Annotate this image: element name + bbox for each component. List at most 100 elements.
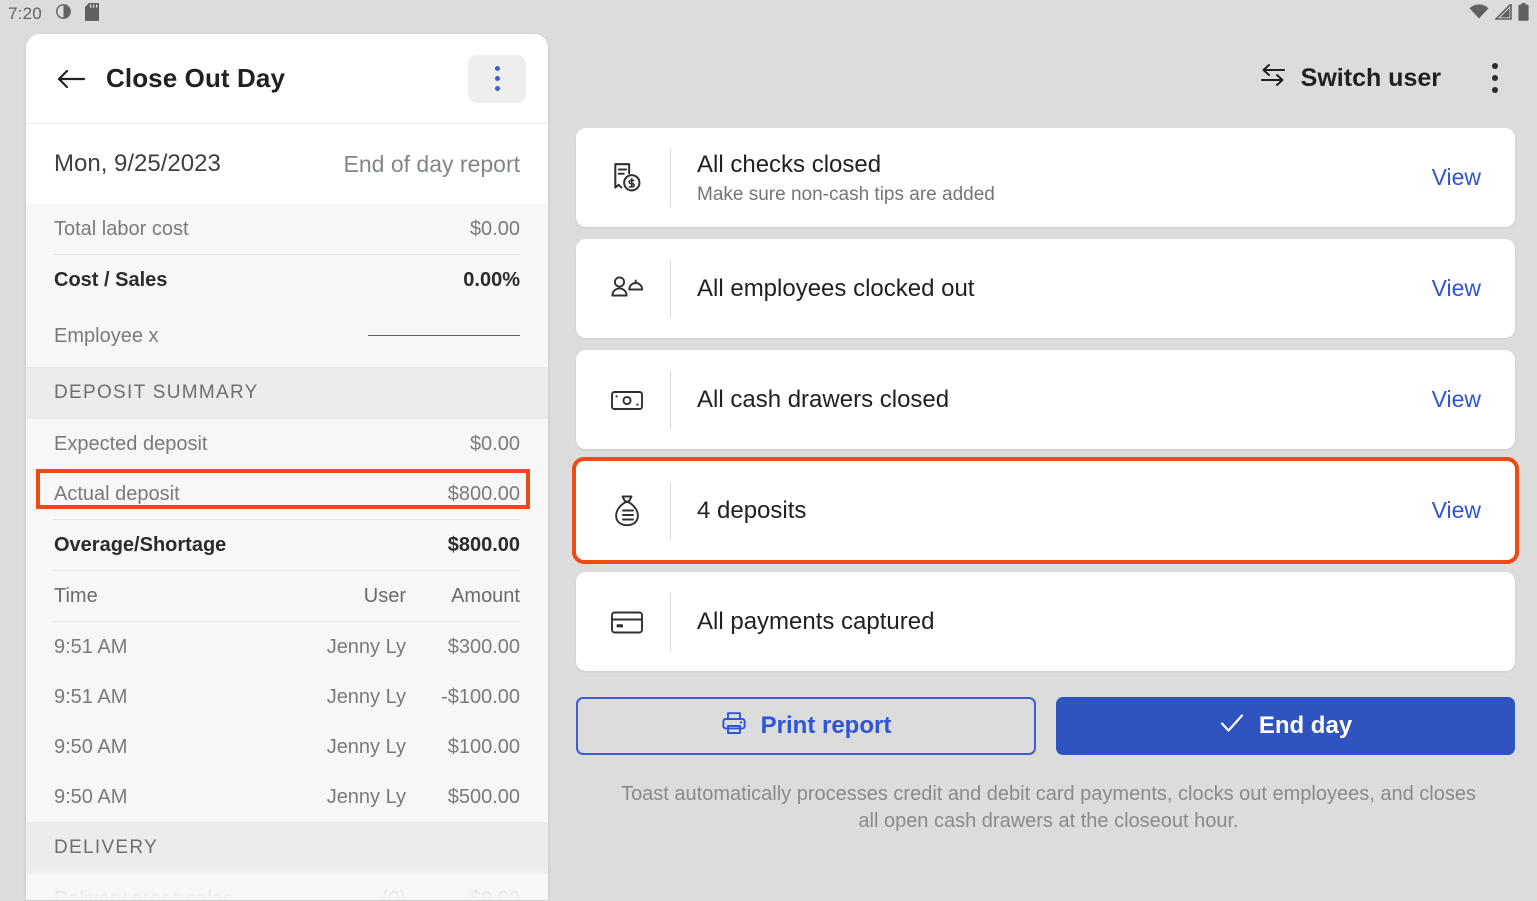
sd-card-icon <box>84 2 99 26</box>
divider <box>670 481 671 540</box>
card-title: All cash drawers closed <box>697 385 950 413</box>
checklist-card-payments-captured[interactable]: All payments captured <box>576 572 1515 671</box>
close-out-day-panel: Close Out Day Mon, 9/25/2023 End of day … <box>26 34 548 900</box>
card-text: All checks closed Make sure non-cash tip… <box>697 150 1412 206</box>
checklist-card-cash-drawers-closed[interactable]: All cash drawers closed View <box>576 350 1515 449</box>
print-report-label: Print report <box>760 712 892 739</box>
receipt-dollar-icon <box>606 161 648 195</box>
switch-arrows-icon <box>1259 62 1287 95</box>
total-labor-cost-value: $0.00 <box>469 217 520 240</box>
cost-sales-row: Cost / Sales 0.00% <box>26 255 548 305</box>
battery-icon <box>1518 2 1529 26</box>
card-text: All cash drawers closed <box>697 385 1412 415</box>
deposit-amount: $300.00 <box>447 635 520 658</box>
deposit-time: 9:50 AM <box>54 735 128 758</box>
cell-signal-icon <box>1494 1 1512 25</box>
end-day-label: End day <box>1258 712 1353 739</box>
credit-card-icon <box>606 609 648 635</box>
deposit-table-header: Time User Amount <box>26 571 548 621</box>
column-amount: Amount <box>451 584 520 607</box>
deposit-time: 9:50 AM <box>54 785 128 808</box>
actual-deposit-row-wrapper: Actual deposit $800.00 <box>26 469 548 519</box>
card-text: All employees clocked out <box>697 274 1412 304</box>
expected-deposit-value: $0.00 <box>469 432 520 455</box>
checklist-cards: All checks closed Make sure non-cash tip… <box>560 128 1537 671</box>
top-bar: Switch user <box>560 28 1537 128</box>
column-time: Time <box>54 584 98 607</box>
overage-shortage-label: Overage/Shortage <box>54 533 227 556</box>
report-type: End of day report <box>343 150 520 177</box>
deposit-amount: $100.00 <box>447 735 520 758</box>
closeout-checklist-area: Switch user All checks closed Make sure <box>560 28 1537 901</box>
more-vertical-icon <box>1492 63 1498 69</box>
column-user: User <box>363 584 406 607</box>
deposit-summary-section-header: DEPOSIT SUMMARY <box>26 367 548 419</box>
divider <box>670 148 671 207</box>
end-day-button[interactable]: End day <box>1056 697 1515 755</box>
print-report-button[interactable]: Print report <box>576 697 1036 755</box>
brightness-icon <box>55 3 72 25</box>
view-link[interactable]: View <box>1412 497 1481 524</box>
printer-icon <box>721 710 747 743</box>
card-text: 4 deposits <box>697 496 1412 526</box>
view-link[interactable]: View <box>1412 164 1481 191</box>
overage-shortage-row: Overage/Shortage $800.00 <box>26 520 548 570</box>
status-bar-left: 7:20 <box>8 2 99 26</box>
card-subtitle: Make sure non-cash tips are added <box>697 183 995 205</box>
switch-user-button[interactable]: Switch user <box>1259 62 1441 95</box>
deposit-user: Jenny Ly <box>326 635 406 658</box>
card-title: All checks closed <box>697 150 882 178</box>
actual-deposit-value: $800.00 <box>447 482 520 505</box>
deposit-time: 9:51 AM <box>54 685 128 708</box>
table-row: 9:51 AM Jenny Ly -$100.00 <box>26 672 548 722</box>
panel-more-options-button[interactable] <box>468 54 526 103</box>
divider <box>670 259 671 318</box>
closeout-footer-note: Toast automatically processes credit and… <box>621 783 1476 832</box>
checklist-card-employees-clocked-out[interactable]: All employees clocked out View <box>576 239 1515 338</box>
card-title: All employees clocked out <box>697 274 975 302</box>
expected-deposit-row: Expected deposit $0.00 <box>26 419 548 469</box>
page-title: Close Out Day <box>106 63 286 93</box>
employee-row: Employee x <box>26 305 548 367</box>
total-labor-cost-label: Total labor cost <box>54 217 189 240</box>
card-title: 4 deposits <box>697 496 807 524</box>
view-link[interactable]: View <box>1412 386 1481 413</box>
employee-label: Employee x <box>54 324 159 347</box>
cash-drawer-icon <box>606 387 648 413</box>
report-scroll-body[interactable]: Total labor cost $0.00 Cost / Sales 0.00… <box>26 204 548 900</box>
deposit-user: Jenny Ly <box>326 685 406 708</box>
expected-deposit-label: Expected deposit <box>54 432 208 455</box>
report-date-row: Mon, 9/25/2023 End of day report <box>26 124 548 204</box>
total-labor-cost-row: Total labor cost $0.00 <box>26 204 548 254</box>
check-icon <box>1219 711 1245 742</box>
deposit-time: 9:51 AM <box>54 635 128 658</box>
card-title: All payments captured <box>697 607 935 635</box>
more-options-button[interactable] <box>1475 52 1515 104</box>
checklist-card-deposits[interactable]: 4 deposits View <box>572 457 1519 564</box>
deposit-amount: -$100.00 <box>441 685 520 708</box>
status-bar: 7:20 <box>0 0 1537 28</box>
divider <box>670 370 671 429</box>
actual-deposit-row: Actual deposit $800.00 <box>26 469 548 519</box>
back-arrow-icon[interactable] <box>54 62 88 96</box>
report-date: Mon, 9/25/2023 <box>54 150 221 177</box>
deposit-user: Jenny Ly <box>326 785 406 808</box>
deposit-amount: $500.00 <box>447 785 520 808</box>
view-link[interactable]: View <box>1412 275 1481 302</box>
card-text: All payments captured <box>697 607 1461 637</box>
money-bag-icon <box>606 494 648 528</box>
more-vertical-icon <box>494 66 500 71</box>
status-bar-right <box>1469 1 1529 26</box>
table-row: 9:51 AM Jenny Ly $300.00 <box>26 622 548 672</box>
cost-sales-value: 0.00% <box>463 268 520 291</box>
more-vertical-icon <box>1492 87 1498 93</box>
employee-value-underline <box>368 334 520 336</box>
more-vertical-icon <box>494 76 500 81</box>
action-buttons: Print report End day <box>560 683 1537 755</box>
panel-header: Close Out Day <box>26 34 548 124</box>
checklist-card-checks-closed[interactable]: All checks closed Make sure non-cash tip… <box>576 128 1515 227</box>
deposit-user: Jenny Ly <box>326 735 406 758</box>
switch-user-label: Switch user <box>1300 63 1441 92</box>
actual-deposit-label: Actual deposit <box>54 482 180 505</box>
overage-shortage-value: $800.00 <box>447 533 520 556</box>
